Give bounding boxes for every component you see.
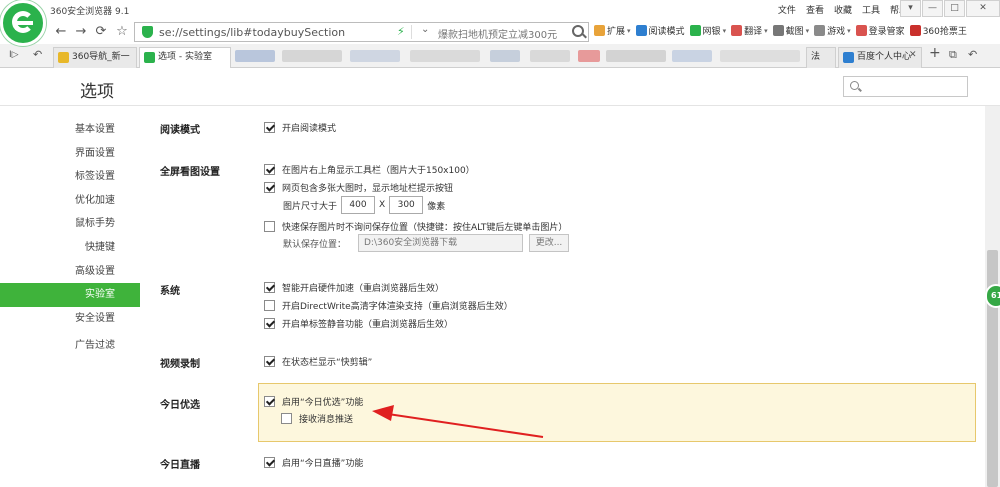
annotation-arrow — [372, 405, 544, 438]
floating-badge[interactable]: 61 — [985, 284, 1000, 308]
